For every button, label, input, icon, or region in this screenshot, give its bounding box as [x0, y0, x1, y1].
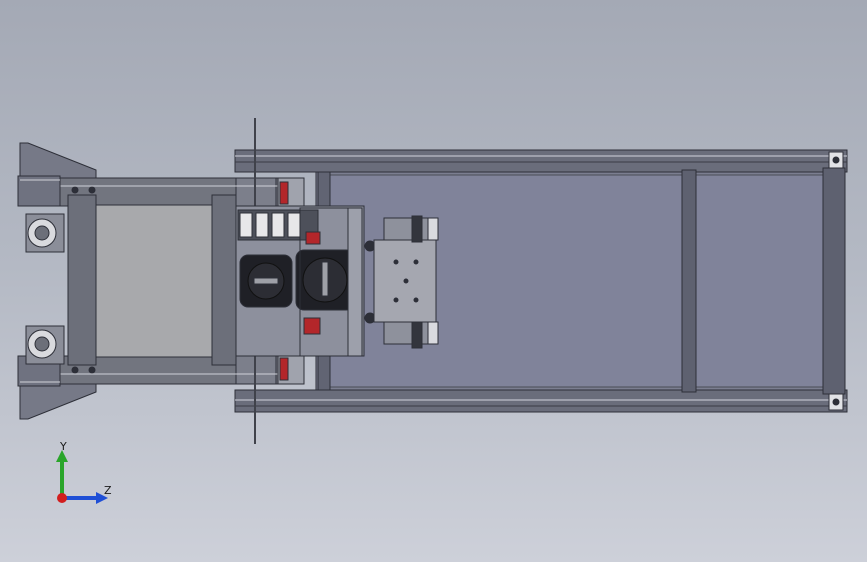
slide-plate: [373, 215, 439, 349]
caster-wheels: [25, 213, 65, 365]
assembly-model[interactable]: [0, 0, 867, 562]
gripper-head: [235, 177, 376, 385]
triad-graphic: [56, 450, 108, 504]
z-axis-label: Z: [104, 484, 112, 497]
cad-viewport[interactable]: Y Z: [0, 0, 867, 562]
axis-triad: Y Z: [40, 440, 120, 515]
y-axis-label: Y: [60, 440, 67, 453]
